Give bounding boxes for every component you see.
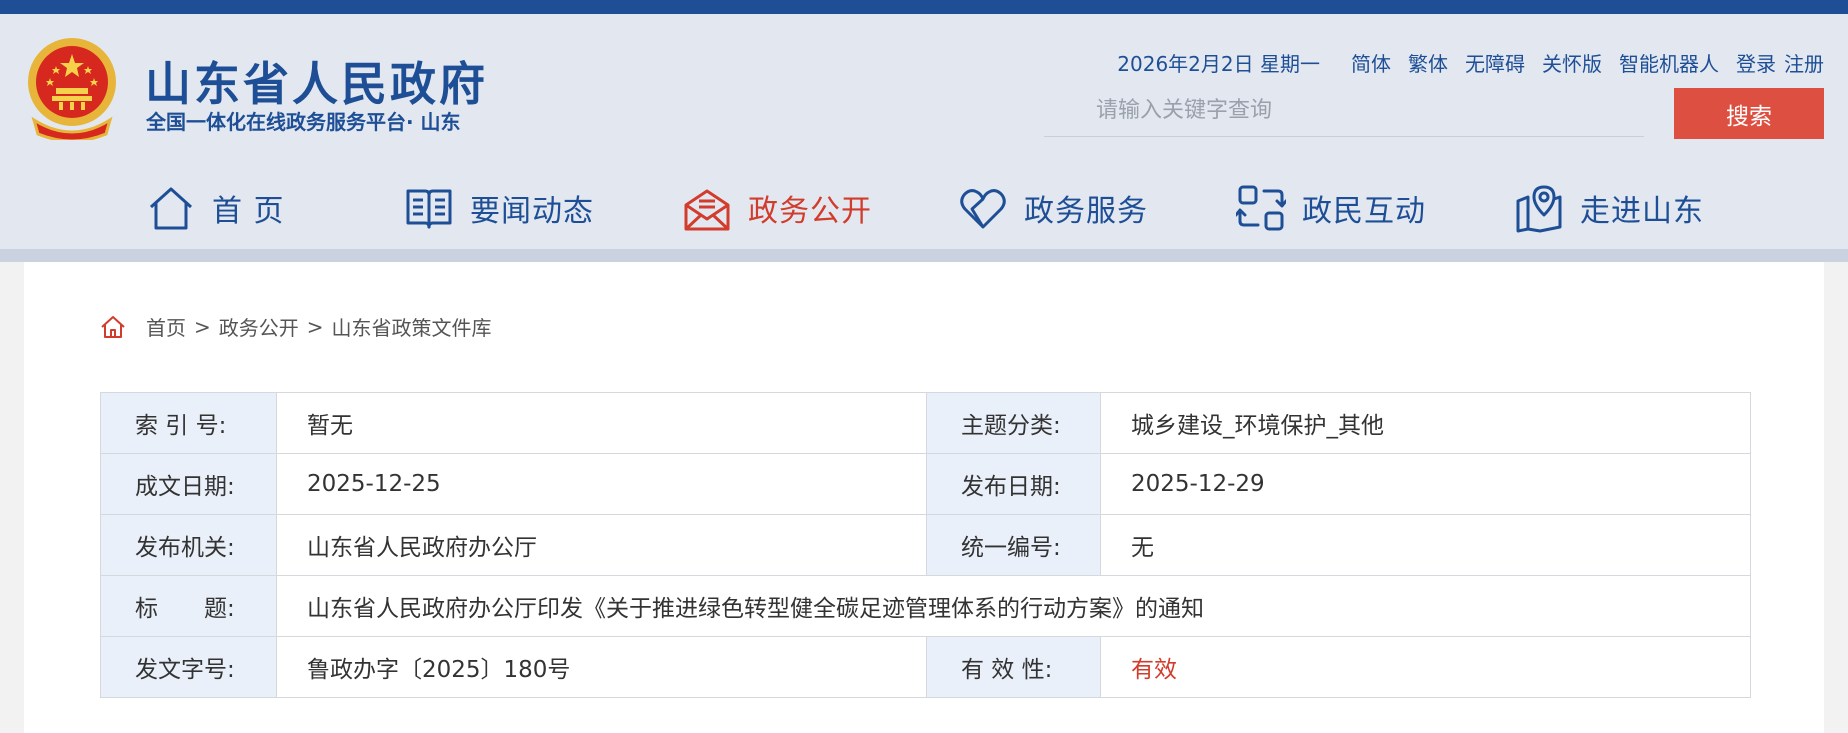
nav-item-government-affairs[interactable]: 政务公开 — [682, 168, 872, 248]
nav-item-label: 要闻动态 — [470, 194, 594, 229]
nav-item-interaction[interactable]: 政民互动 — [1236, 168, 1426, 248]
search-button[interactable]: 搜索 — [1674, 88, 1824, 139]
nav-item-label: 政民互动 — [1302, 194, 1426, 229]
issuing-authority-value: 山东省人民政府办公厅 — [276, 514, 927, 576]
map-pin-icon — [1516, 185, 1562, 233]
unified-number-value: 无 — [1100, 514, 1751, 576]
table-row: 发文字号: 鲁政办字〔2025〕180号 有 效 性: 有效 — [100, 636, 1751, 698]
nav-item-home[interactable]: 首 页 — [146, 168, 285, 248]
topic-category-label: 主题分类: — [926, 392, 1101, 454]
table-row: 成文日期: 2025-12-25 发布日期: 2025-12-29 — [100, 453, 1751, 515]
content-panel: 首页 > 政务公开 > 山东省政策文件库 索 引 号: 暂无 主题分类: 城乡建… — [24, 262, 1824, 733]
login-link[interactable]: 登录 — [1736, 48, 1776, 77]
heart-icon — [960, 189, 1006, 229]
home-icon[interactable] — [100, 314, 126, 340]
document-number-label: 发文字号: — [100, 636, 277, 698]
nav-item-about-shandong[interactable]: 走进山东 — [1514, 168, 1704, 248]
validity-label: 有 效 性: — [926, 636, 1101, 698]
register-link[interactable]: 注册 — [1784, 48, 1824, 77]
topic-category-value: 城乡建设_环境保护_其他 — [1100, 392, 1751, 454]
breadcrumb-item-home[interactable]: 首页 — [146, 312, 186, 341]
publish-date-value: 2025-12-29 — [1100, 453, 1751, 515]
national-emblem-icon — [28, 38, 116, 140]
home-icon — [149, 187, 193, 230]
main-nav: 首 页 要闻动态 政务公开 政务服务 政民互动 走进山东 — [0, 168, 1848, 248]
written-date-label: 成文日期: — [100, 453, 277, 515]
exchange-icon — [1236, 185, 1286, 231]
issuing-authority-label: 发布机关: — [100, 514, 277, 576]
elderly-care-mode-link[interactable]: 关怀版 — [1542, 48, 1602, 77]
simplified-chinese-link[interactable]: 简体 — [1351, 48, 1391, 77]
site-title[interactable]: 山东省人民政府 — [145, 48, 488, 114]
nav-item-label: 政务公开 — [748, 194, 872, 229]
breadcrumb-separator: > — [306, 314, 324, 339]
search-field — [1044, 85, 1644, 137]
nav-underbar — [0, 249, 1848, 262]
auth-links: 登录 注册 — [1736, 48, 1824, 77]
nav-item-label: 走进山东 — [1580, 194, 1704, 229]
breadcrumb-separator: > — [194, 314, 211, 339]
book-icon — [406, 189, 452, 229]
accessibility-link[interactable]: 无障碍 — [1465, 48, 1525, 77]
document-metadata-table: 索 引 号: 暂无 主题分类: 城乡建设_环境保护_其他 成文日期: 2025-… — [100, 392, 1751, 698]
table-row: 发布机关: 山东省人民政府办公厅 统一编号: 无 — [100, 514, 1751, 576]
search-input[interactable] — [1044, 85, 1644, 136]
top-accent-bar — [0, 0, 1848, 14]
nav-item-services[interactable]: 政务服务 — [958, 168, 1148, 248]
index-number-value: 暂无 — [276, 392, 927, 454]
nav-item-label: 首 页 — [212, 194, 285, 229]
site-subtitle: 全国一体化在线政务服务平台· 山东 — [146, 110, 461, 134]
document-title-label: 标 题: — [100, 575, 277, 637]
table-row: 标 题: 山东省人民政府办公厅印发《关于推进绿色转型健全碳足迹管理体系的行动方案… — [100, 575, 1751, 637]
breadcrumb: 首页 > 政务公开 > 山东省政策文件库 — [100, 312, 492, 341]
mail-icon — [684, 189, 730, 231]
table-row: 索 引 号: 暂无 主题分类: 城乡建设_环境保护_其他 — [100, 392, 1751, 454]
document-number-value: 鲁政办字〔2025〕180号 — [276, 636, 927, 698]
index-number-label: 索 引 号: — [100, 392, 277, 454]
utility-bar: 2026年2月2日 星期一 简体 繁体 无障碍 关怀版 智能机器人 登录 注册 — [1117, 48, 1824, 77]
current-date: 2026年2月2日 星期一 — [1117, 52, 1320, 76]
traditional-chinese-link[interactable]: 繁体 — [1408, 48, 1448, 77]
breadcrumb-item-government-affairs[interactable]: 政务公开 — [219, 312, 299, 341]
written-date-value: 2025-12-25 — [276, 453, 927, 515]
publish-date-label: 发布日期: — [926, 453, 1101, 515]
nav-item-label: 政务服务 — [1024, 194, 1148, 229]
validity-status: 有效 — [1100, 636, 1751, 698]
nav-item-news[interactable]: 要闻动态 — [404, 168, 594, 248]
smart-robot-link[interactable]: 智能机器人 — [1619, 48, 1719, 77]
breadcrumb-item-policy-library[interactable]: 山东省政策文件库 — [332, 312, 492, 341]
unified-number-label: 统一编号: — [926, 514, 1101, 576]
document-title-value: 山东省人民政府办公厅印发《关于推进绿色转型健全碳足迹管理体系的行动方案》的通知 — [276, 575, 1751, 637]
